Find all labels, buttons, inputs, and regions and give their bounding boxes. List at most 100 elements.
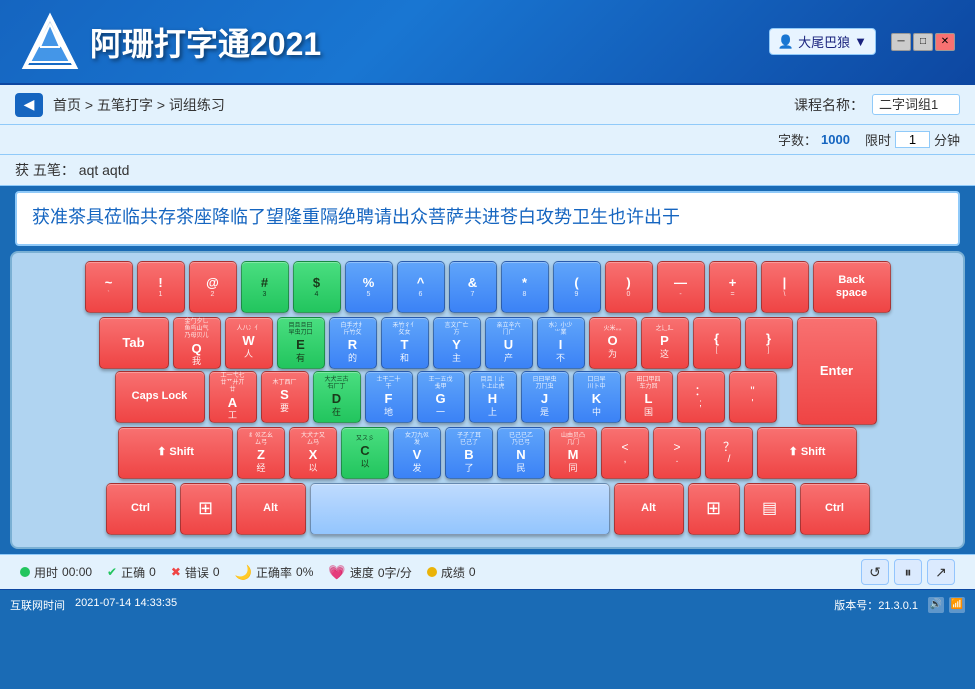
key-backtick[interactable]: ~` xyxy=(85,261,133,313)
close-button[interactable]: ✕ xyxy=(935,33,955,51)
key-t[interactable]: 禾竹彳亻攵女T和 xyxy=(381,317,429,369)
key-m[interactable]: 山由贝凸几门M同 xyxy=(549,427,597,479)
key-7[interactable]: &7 xyxy=(449,261,497,313)
key-k[interactable]: 口日早川卜中K中 xyxy=(573,371,621,423)
key-l[interactable]: 田囗甲四车力回L国 xyxy=(625,371,673,423)
taskbar-time: 互联网时间 2021-07-14 14:33:35 xyxy=(10,597,177,613)
key-0[interactable]: )0 xyxy=(605,261,653,313)
key-backslash[interactable]: |\ xyxy=(761,261,809,313)
key-period[interactable]: >. xyxy=(653,427,701,479)
key-a[interactable]: 工一弋七廿艹廾丌廿A工 xyxy=(209,371,257,423)
key-s[interactable]: 木丁西厂S要 xyxy=(261,371,309,423)
keyboard-row-1: ~` !1 @2 #3 $4 %5 ^6 &7 *8 (9 )0 —- += |… xyxy=(20,261,955,313)
menu-key[interactable]: ▤ xyxy=(744,483,796,535)
key-h[interactable]: 目且丨止卜上止虎H上 xyxy=(469,371,517,423)
alt-right-key[interactable]: Alt xyxy=(614,483,684,535)
time-value: 00:00 xyxy=(62,565,92,579)
minute-label: 分钟 xyxy=(934,130,960,149)
key-3[interactable]: #3 xyxy=(241,261,289,313)
time-limit-input[interactable]: 1 xyxy=(895,131,930,148)
time-limit-label: 限时 xyxy=(865,130,891,149)
key-slash[interactable]: ？/ xyxy=(705,427,753,479)
ctrl-left-key[interactable]: Ctrl xyxy=(106,483,176,535)
key-g[interactable]: 王一五戊戋甲G一 xyxy=(417,371,465,423)
typing-area[interactable]: 获准茶具莅临共存茶座降临了望隆重隔绝聘请出众菩萨共进苍白攻势卫生也许出于 xyxy=(15,191,960,246)
user-name: 大尾巴狼 xyxy=(798,32,850,51)
key-bracket-left[interactable]: {[ xyxy=(693,317,741,369)
score-stat: 成绩 0 xyxy=(427,564,476,581)
score-value: 0 xyxy=(469,565,476,579)
export-button[interactable]: ↗ xyxy=(927,559,955,585)
keyboard: ~` !1 @2 #3 $4 %5 ^6 &7 *8 (9 )0 —- += |… xyxy=(10,251,965,549)
navbar: ◀ 首页 > 五笔打字 > 词组练习 课程名称： 二字词组1 xyxy=(0,85,975,125)
logo-area: 阿珊打字通2021 xyxy=(20,12,321,72)
alt-left-key[interactable]: Alt xyxy=(236,483,306,535)
key-n[interactable]: 已己已乙乃已弓N民 xyxy=(497,427,545,479)
backspace-key[interactable]: Backspace xyxy=(813,261,891,313)
dropdown-icon: ▼ xyxy=(854,34,867,49)
key-equals[interactable]: += xyxy=(709,261,757,313)
key-u[interactable]: 亲立辛六门广U产 xyxy=(485,317,533,369)
course-dropdown[interactable]: 二字词组1 xyxy=(872,94,960,115)
key-y[interactable]: 言文广亡方Y主 xyxy=(433,317,481,369)
correct-label: 正确 xyxy=(121,564,145,581)
key-comma[interactable]: <, xyxy=(601,427,649,479)
caps-lock-label: Caps Lock xyxy=(132,390,188,403)
key-5[interactable]: %5 xyxy=(345,261,393,313)
key-i[interactable]: 水冫小少⺌業I不 xyxy=(537,317,585,369)
key-4[interactable]: $4 xyxy=(293,261,341,313)
key-q[interactable]: 金勹夕乚鱼鸟山气乃母贝儿Q我 xyxy=(173,317,221,369)
key-8[interactable]: *8 xyxy=(501,261,549,313)
caps-lock-key[interactable]: Caps Lock xyxy=(115,371,205,423)
enter-key[interactable]: Enter xyxy=(797,317,877,425)
key-j[interactable]: 日曰早虫刀冂虫J是 xyxy=(521,371,569,423)
user-badge[interactable]: 👤 大尾巴狼 ▼ xyxy=(769,28,876,55)
key-p[interactable]: 之辶廴P这 xyxy=(641,317,689,369)
ctrl-right-key[interactable]: Ctrl xyxy=(800,483,870,535)
pause-button[interactable]: ⏸ xyxy=(894,559,922,585)
speed-stat: 💗 速度 0字/分 xyxy=(328,564,411,581)
key-2[interactable]: @2 xyxy=(189,261,237,313)
time-zone-label: 互联网时间 xyxy=(10,597,65,613)
header: 阿珊打字通2021 👤 大尾巴狼 ▼ ─ □ ✕ xyxy=(0,0,975,85)
key-9[interactable]: (9 xyxy=(553,261,601,313)
accuracy-stat: 🌙 正确率 0% xyxy=(235,564,314,581)
key-6[interactable]: ^6 xyxy=(397,261,445,313)
win-right-key[interactable]: ⊞ xyxy=(688,483,740,535)
key-r[interactable]: 白手才扌斤竹攵R的 xyxy=(329,317,377,369)
back-button[interactable]: ◀ xyxy=(15,93,43,117)
key-quote[interactable]: "' xyxy=(729,371,777,423)
tab-key[interactable]: Tab xyxy=(99,317,169,369)
key-minus[interactable]: —- xyxy=(657,261,705,313)
reset-button[interactable]: ↺ xyxy=(861,559,889,585)
keyboard-row-5: Ctrl ⊞ Alt Alt ⊞ ▤ Ctrl xyxy=(20,483,955,535)
key-semicolon[interactable]: ：; xyxy=(677,371,725,423)
pinyin-hint: 获 五笔： aqt aqtd xyxy=(0,155,975,186)
key-b[interactable]: 子孑了耳已己了B了 xyxy=(445,427,493,479)
key-v[interactable]: 女刀九巛发V发 xyxy=(393,427,441,479)
key-f[interactable]: 土干二十干F地 xyxy=(365,371,413,423)
key-e[interactable]: 目且旦曰早虫刀口E有 xyxy=(277,317,325,369)
keyboard-row-4: ⬆ Shift 纟巛乙幺ム弓Z经 大犬ナ又厶马X以 又ス彡C以 女刀九巛发V发 … xyxy=(20,427,955,479)
key-x[interactable]: 大犬ナ又厶马X以 xyxy=(289,427,337,479)
shift-left-key[interactable]: ⬆ Shift xyxy=(118,427,233,479)
maximize-button[interactable]: □ xyxy=(913,33,933,51)
key-1[interactable]: !1 xyxy=(137,261,185,313)
logo-icon xyxy=(20,12,80,72)
key-w[interactable]: 人八冫亻W人 xyxy=(225,317,273,369)
key-d[interactable]: 大犬三古石厂丁D在 xyxy=(313,371,361,423)
minimize-button[interactable]: ─ xyxy=(891,33,911,51)
shift-right-key[interactable]: ⬆ Shift xyxy=(757,427,857,479)
network-icon[interactable]: 📶 xyxy=(949,597,965,613)
key-c[interactable]: 又ス彡C以 xyxy=(341,427,389,479)
error-label: 错误 xyxy=(185,564,209,581)
user-area: 👤 大尾巴狼 ▼ ─ □ ✕ xyxy=(769,28,955,55)
key-z[interactable]: 纟巛乙幺ム弓Z经 xyxy=(237,427,285,479)
key-bracket-right[interactable]: }] xyxy=(745,317,793,369)
win-left-key[interactable]: ⊞ xyxy=(180,483,232,535)
space-key[interactable] xyxy=(310,483,610,535)
speaker-icon[interactable]: 🔊 xyxy=(928,597,944,613)
course-select[interactable]: 二字词组1 xyxy=(872,94,960,115)
version-display: 版本号：21.3.0.1 xyxy=(834,597,918,613)
key-o[interactable]: 火米灬O为 xyxy=(589,317,637,369)
